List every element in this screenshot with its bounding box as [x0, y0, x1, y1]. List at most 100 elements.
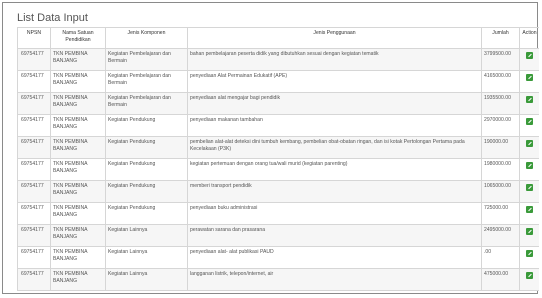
cell-action: [519, 246, 539, 269]
cell-nama-satuan: TKN PEMBINA BANJANG: [50, 136, 106, 159]
cell-action: [519, 48, 539, 71]
cell-jenis-penggunaan: penyediaan makanan tambahan: [187, 114, 482, 137]
edit-icon[interactable]: [526, 272, 533, 279]
cell-jumlah: 1935500.00: [481, 92, 520, 115]
content-panel: List Data Input NPSN Nama Satuan Pendidi…: [2, 2, 539, 294]
table-row: 69754177 TKN PEMBINA BANJANG Kegiatan Pend…: [17, 114, 539, 137]
cell-jenis-komponen: Kegiatan Pendukung: [105, 158, 188, 181]
edit-icon[interactable]: [526, 184, 533, 191]
cell-npsn: 69754177: [17, 202, 51, 225]
cell-nama-satuan: TKN PEMBINA BANJANG: [50, 180, 106, 203]
cell-action: [519, 114, 539, 137]
cell-nama-satuan: TKN PEMBINA BANJANG: [50, 224, 106, 247]
cell-action: [519, 136, 539, 159]
cell-jumlah: 725000.00: [481, 202, 520, 225]
cell-npsn: 69754177: [17, 180, 51, 203]
table-row: 69754177 TKN PEMBINA BANJANG Kegiatan Pend…: [17, 136, 539, 159]
cell-jenis-komponen: Kegiatan Pembelajaran dan Bermain: [105, 92, 188, 115]
cell-jenis-penggunaan: langganan listrik, telepon/internet, air: [187, 268, 482, 291]
edit-icon[interactable]: [526, 206, 533, 213]
table-row: 69754177 TKN PEMBINA BANJANG Kegiatan Lain…: [17, 268, 539, 291]
cell-jenis-penggunaan: penyediaan Alat Permainan Edukatif (APE): [187, 70, 482, 93]
cell-jenis-komponen: Kegiatan Pendukung: [105, 180, 188, 203]
cell-npsn: 69754177: [17, 268, 51, 291]
cell-action: [519, 70, 539, 93]
table-body: 69754177 TKN PEMBINA BANJANG Kegiatan Pemb…: [17, 48, 539, 291]
cell-npsn: 69754177: [17, 92, 51, 115]
edit-icon[interactable]: [526, 118, 533, 125]
table-row: 69754177 TKN PEMBINA BANJANG Kegiatan Pemb…: [17, 70, 539, 93]
cell-nama-satuan: TKN PEMBINA BANJANG: [50, 246, 106, 269]
cell-jumlah: 4165000.00: [481, 70, 520, 93]
cell-npsn: 69754177: [17, 114, 51, 137]
cell-nama-satuan: TKN PEMBINA BANJANG: [50, 158, 106, 181]
cell-action: [519, 92, 539, 115]
cell-jenis-penggunaan: penyediaan alat mengajar bagi pendidik: [187, 92, 482, 115]
cell-action: [519, 158, 539, 181]
table-row: 69754177 TKN PEMBINA BANJANG Kegiatan Lain…: [17, 246, 539, 269]
cell-action: [519, 202, 539, 225]
table-row: 69754177 TKN PEMBINA BANJANG Kegiatan Pemb…: [17, 48, 539, 71]
cell-npsn: 69754177: [17, 136, 51, 159]
cell-jenis-komponen: Kegiatan Lainnya: [105, 246, 188, 269]
edit-icon[interactable]: [526, 162, 533, 169]
cell-jumlah: 1980000.00: [481, 158, 520, 181]
cell-jenis-komponen: Kegiatan Pembelajaran dan Bermain: [105, 70, 188, 93]
cell-jumlah: 2495000.00: [481, 224, 520, 247]
cell-jenis-komponen: Kegiatan Pendukung: [105, 136, 188, 159]
cell-action: [519, 180, 539, 203]
cell-jenis-penggunaan: pembelian alat-alat deteksi dini tumbuh …: [187, 136, 482, 159]
cell-action: [519, 268, 539, 291]
cell-jumlah: 2970000.00: [481, 114, 520, 137]
header-jumlah[interactable]: Jumlah: [481, 27, 520, 49]
cell-jenis-penggunaan: perawatan sarana dan prasarana: [187, 224, 482, 247]
edit-icon[interactable]: [526, 228, 533, 235]
table-row: 69754177 TKN PEMBINA BANJANG Kegiatan Pend…: [17, 180, 539, 203]
cell-jumlah: 3799500.00: [481, 48, 520, 71]
cell-jenis-penggunaan: penyediaan alat- alat publikasi PAUD: [187, 246, 482, 269]
cell-jumlah: .00: [481, 246, 520, 269]
table-row: 69754177 TKN PEMBINA BANJANG Kegiatan Pend…: [17, 158, 539, 181]
cell-jenis-komponen: Kegiatan Pendukung: [105, 114, 188, 137]
cell-npsn: 69754177: [17, 246, 51, 269]
cell-nama-satuan: TKN PEMBINA BANJANG: [50, 70, 106, 93]
edit-icon[interactable]: [526, 74, 533, 81]
cell-jenis-penggunaan: memberi transport pendidik: [187, 180, 482, 203]
cell-nama-satuan: TKN PEMBINA BANJANG: [50, 202, 106, 225]
cell-jenis-penggunaan: kegiatan pertemuan dengan orang tua/wali…: [187, 158, 482, 181]
cell-jenis-komponen: Kegiatan Pendukung: [105, 202, 188, 225]
edit-icon[interactable]: [526, 96, 533, 103]
table-row: 69754177 TKN PEMBINA BANJANG Kegiatan Pend…: [17, 202, 539, 225]
cell-jenis-komponen: Kegiatan Pembelajaran dan Bermain: [105, 48, 188, 71]
cell-jumlah: 1065000.00: [481, 180, 520, 203]
header-npsn[interactable]: NPSN: [17, 27, 51, 49]
cell-npsn: 69754177: [17, 224, 51, 247]
cell-nama-satuan: TKN PEMBINA BANJANG: [50, 268, 106, 291]
cell-nama-satuan: TKN PEMBINA BANJANG: [50, 48, 106, 71]
edit-icon[interactable]: [526, 52, 533, 59]
header-jenis-penggunaan[interactable]: Jenis Penggunaan: [187, 27, 482, 49]
cell-jenis-komponen: Kegiatan Lainnya: [105, 224, 188, 247]
data-table: NPSN Nama Satuan Pendidikan Jenis Kompon…: [17, 27, 539, 291]
header-jenis-komponen[interactable]: Jenis Komponen: [105, 27, 188, 49]
cell-npsn: 69754177: [17, 158, 51, 181]
cell-nama-satuan: TKN PEMBINA BANJANG: [50, 114, 106, 137]
header-nama-satuan[interactable]: Nama Satuan Pendidikan: [50, 27, 106, 49]
cell-jumlah: 190000.00: [481, 136, 520, 159]
edit-icon[interactable]: [526, 140, 533, 147]
table-header: NPSN Nama Satuan Pendidikan Jenis Kompon…: [17, 27, 539, 49]
cell-jenis-penggunaan: penyediaan buku administrasi: [187, 202, 482, 225]
cell-jenis-penggunaan: bahan pembelajaran peserta didik yang di…: [187, 48, 482, 71]
cell-jumlah: 475000.00: [481, 268, 520, 291]
edit-icon[interactable]: [526, 250, 533, 257]
cell-npsn: 69754177: [17, 48, 51, 71]
table-row: 69754177 TKN PEMBINA BANJANG Kegiatan Pemb…: [17, 92, 539, 115]
table-container: NPSN Nama Satuan Pendidikan Jenis Kompon…: [17, 27, 539, 291]
cell-action: [519, 224, 539, 247]
cell-jenis-komponen: Kegiatan Lainnya: [105, 268, 188, 291]
cell-npsn: 69754177: [17, 70, 51, 93]
table-row: 69754177 TKN PEMBINA BANJANG Kegiatan Lain…: [17, 224, 539, 247]
page-title: List Data Input: [17, 12, 88, 24]
header-action: Action: [519, 27, 539, 49]
cell-nama-satuan: TKN PEMBINA BANJANG: [50, 92, 106, 115]
